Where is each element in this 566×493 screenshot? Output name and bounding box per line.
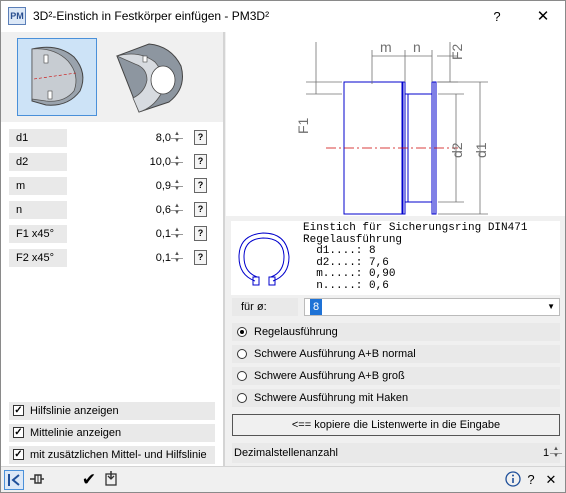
left-panel: d1 8,0 ▲ ▼ ? d2 10,0 ▲ ▼ ? m 0,9 ▲ ▼ ? n 0,… — [1, 32, 223, 466]
close-icon[interactable]: ✕ — [541, 470, 561, 490]
decimal-places-spinner[interactable]: ▲ ▼ — [550, 446, 562, 460]
hollow-groove-option[interactable] — [109, 38, 189, 116]
groove-drawing: m n F2 F1 d2 d1 — [226, 32, 565, 216]
param-spinner[interactable]: ▲ ▼ — [171, 227, 183, 241]
solid-groove-option[interactable] — [17, 38, 97, 116]
dim-label-d1: d1 — [473, 142, 489, 158]
param-help-button[interactable]: ? — [194, 202, 207, 217]
param-label: d1 — [9, 129, 67, 147]
param-row-d1: d1 8,0 ▲ ▼ ? — [9, 129, 219, 147]
checkbox-label: Mittelinie anzeigen — [30, 427, 122, 439]
decimal-places-label: Dezimalstellenanzahl — [234, 447, 338, 459]
checkbox-hilfslinie[interactable]: ✓ Hilfslinie anzeigen — [9, 402, 215, 420]
help-icon[interactable]: ? — [521, 470, 541, 490]
param-help-button[interactable]: ? — [194, 130, 207, 145]
radio-schwer-normal[interactable]: Schwere Ausführung A+B normal — [232, 345, 560, 363]
param-label: F1 x45° — [9, 225, 67, 243]
circlip-icon — [238, 232, 290, 286]
param-input-d1[interactable]: 8,0 — [77, 129, 171, 147]
dim-label-m: m — [380, 39, 392, 55]
radio-label: Schwere Ausführung mit Haken — [254, 392, 409, 404]
title-bar: PM 3D²-Einstich in Festkörper einfügen -… — [1, 1, 565, 32]
checkbox-label: Hilfslinie anzeigen — [30, 405, 119, 417]
param-help-button[interactable]: ? — [194, 154, 207, 169]
dim-label-n: n — [413, 39, 421, 55]
param-spinner[interactable]: ▲ ▼ — [171, 203, 183, 217]
checkbox-label: mit zusätzlichen Mittel- und Hilfslinie — [30, 449, 207, 461]
param-row-m: m 0,9 ▲ ▼ ? — [9, 177, 219, 195]
bottom-toolbar: ✔ ? ✕ — [1, 466, 565, 492]
dialog-window: PM 3D²-Einstich in Festkörper einfügen -… — [0, 0, 566, 493]
checkbox-icon[interactable]: ✓ — [13, 405, 24, 416]
ring-info-text: Einstich für Sicherungsring DIN471 Regel… — [303, 222, 528, 292]
param-row-f1: F1 x45° 0,1 ▲ ▼ ? — [9, 225, 219, 243]
close-button[interactable]: ✕ — [529, 6, 557, 28]
pin-icon[interactable] — [27, 470, 47, 490]
radio-regelausfuehrung[interactable]: Regelausführung — [232, 323, 560, 341]
param-spinner[interactable]: ▲ ▼ — [171, 131, 183, 145]
param-input-f2[interactable]: 0,1 — [77, 249, 171, 267]
dim-label-d2: d2 — [449, 142, 465, 158]
help-button[interactable]: ? — [483, 6, 511, 28]
app-icon: PM — [8, 7, 26, 25]
param-spinner[interactable]: ▲ ▼ — [171, 179, 183, 193]
dim-label-f1: F1 — [295, 117, 311, 134]
fuer-dropdown[interactable]: 8 ▼ — [304, 298, 560, 316]
param-spinner[interactable]: ▲ ▼ — [171, 251, 183, 265]
param-input-f1[interactable]: 0,1 — [77, 225, 171, 243]
window-title: 3D²-Einstich in Festkörper einfügen - PM… — [33, 9, 270, 23]
radio-icon[interactable] — [237, 371, 247, 381]
checkbox-mittelinie[interactable]: ✓ Mittelinie anzeigen — [9, 424, 215, 442]
decimal-places-input[interactable]: 1 — [543, 443, 549, 463]
fuer-selected-value: 8 — [310, 299, 323, 315]
param-label: m — [9, 177, 67, 195]
chevron-down-icon[interactable]: ▼ — [547, 299, 555, 315]
copy-values-button[interactable]: <== kopiere die Listenwerte in die Einga… — [232, 414, 560, 436]
param-input-d2[interactable]: 10,0 — [77, 153, 171, 171]
radio-label: Regelausführung — [254, 326, 338, 338]
checkmark-icon[interactable]: ✔ — [79, 470, 99, 490]
param-label: n — [9, 201, 67, 219]
parameter-panel: d1 8,0 ▲ ▼ ? d2 10,0 ▲ ▼ ? m 0,9 ▲ ▼ ? n 0,… — [1, 122, 223, 466]
param-row-d2: d2 10,0 ▲ ▼ ? — [9, 153, 219, 171]
radio-label: Schwere Ausführung A+B groß — [254, 370, 405, 382]
param-row-f2: F2 x45° 0,1 ▲ ▼ ? — [9, 249, 219, 267]
fuer-label: für ø: — [232, 298, 298, 316]
info-icon[interactable] — [503, 470, 523, 490]
radio-icon[interactable] — [237, 393, 247, 403]
param-help-button[interactable]: ? — [194, 250, 207, 265]
param-input-n[interactable]: 0,6 — [77, 201, 171, 219]
ring-info-box: Einstich für Sicherungsring DIN471 Regel… — [231, 221, 560, 295]
collapse-panel-icon[interactable] — [4, 470, 24, 490]
param-spinner[interactable]: ▲ ▼ — [171, 155, 183, 169]
radio-schwer-haken[interactable]: Schwere Ausführung mit Haken — [232, 389, 560, 407]
decimal-places-row: Dezimalstellenanzahl 1 ▲ ▼ — [232, 443, 562, 463]
param-label: d2 — [9, 153, 67, 171]
param-label: F2 x45° — [9, 249, 67, 267]
param-input-m[interactable]: 0,9 — [77, 177, 171, 195]
radio-icon[interactable] — [237, 349, 247, 359]
apply-insert-icon[interactable] — [101, 470, 121, 490]
checkbox-icon[interactable]: ✓ — [13, 449, 24, 460]
radio-label: Schwere Ausführung A+B normal — [254, 348, 416, 360]
param-row-n: n 0,6 ▲ ▼ ? — [9, 201, 219, 219]
checkbox-icon[interactable]: ✓ — [13, 427, 24, 438]
param-help-button[interactable]: ? — [194, 178, 207, 193]
panel-divider[interactable] — [223, 32, 225, 466]
dim-label-f2: F2 — [449, 43, 465, 60]
checkbox-zusaetzlich[interactable]: ✓ mit zusätzlichen Mittel- und Hilfslini… — [9, 446, 215, 464]
right-panel: m n F2 F1 d2 d1 Einstich für Sicherungsr… — [226, 32, 565, 466]
param-help-button[interactable]: ? — [194, 226, 207, 241]
radio-schwer-gross[interactable]: Schwere Ausführung A+B groß — [232, 367, 560, 385]
radio-icon[interactable] — [237, 327, 247, 337]
